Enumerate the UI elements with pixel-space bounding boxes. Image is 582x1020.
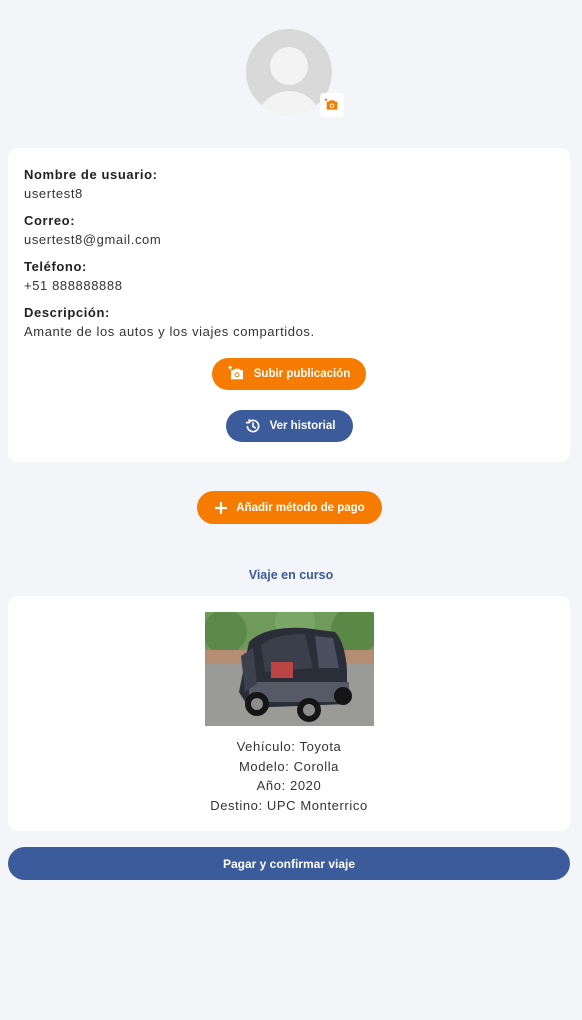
section-title-current-trip: Viaje en curso	[248, 568, 334, 582]
email-label: Correo:	[24, 213, 76, 228]
plus-icon	[214, 501, 228, 515]
pay-confirm-trip-button[interactable]: Pagar y confirmar viaje	[8, 847, 570, 880]
add-photo-icon	[228, 365, 246, 383]
trip-card: Vehículo: Toyota Modelo: Corolla Año: 20…	[8, 596, 570, 831]
phone-label: Teléfono:	[24, 259, 87, 274]
add-payment-method-label: Añadir método de pago	[236, 501, 365, 514]
view-history-label: Ver historial	[269, 420, 336, 432]
add-photo-icon[interactable]	[320, 93, 344, 117]
trip-vehicle: Vehículo: Toyota	[236, 739, 342, 754]
trip-model: Modelo: Corolla	[238, 759, 340, 774]
trip-destination: Destino: UPC Monterrico	[210, 798, 368, 813]
avatar[interactable]	[246, 29, 344, 117]
history-icon	[244, 417, 262, 435]
upload-post-button[interactable]: Subir publicación	[212, 358, 366, 390]
view-history-button[interactable]: Ver historial	[226, 410, 353, 442]
phone-value: +51 888888888	[24, 278, 123, 293]
vehicle-photo	[205, 612, 374, 726]
username-label: Nombre de usuario:	[24, 167, 158, 182]
description-value: Amante de los autos y los viajes compart…	[24, 324, 315, 339]
trip-year: Año: 2020	[256, 778, 322, 793]
upload-post-label: Subir publicación	[253, 368, 351, 380]
description-label: Descripción:	[24, 305, 110, 320]
profile-card: Nombre de usuario: usertest8 Correo: use…	[8, 148, 570, 462]
username-value: usertest8	[24, 186, 83, 201]
pay-confirm-trip-label: Pagar y confirmar viaje	[222, 856, 356, 871]
profile-page: Nombre de usuario: usertest8 Correo: use…	[0, 0, 582, 1020]
email-value: usertest8@gmail.com	[24, 232, 162, 247]
add-payment-method-button[interactable]: Añadir método de pago	[197, 491, 382, 524]
